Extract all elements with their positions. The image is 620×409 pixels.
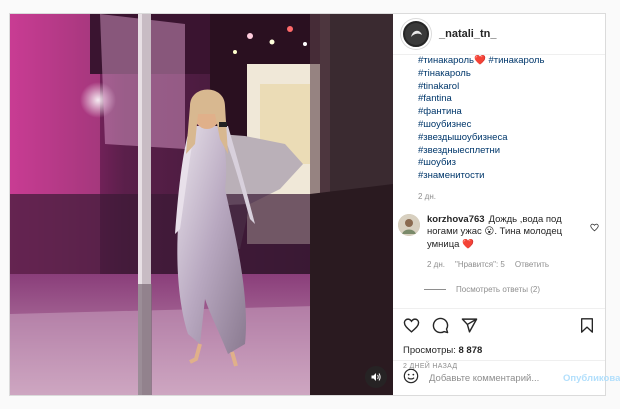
post-sidebar: _natali_tn_ #тинакароль❤️ #тинакароль #т… <box>393 14 620 395</box>
comment-likes[interactable]: "Нравится": 5 <box>455 259 505 272</box>
hashtag-link[interactable]: #знаменитости <box>418 170 605 183</box>
comment-time[interactable]: 2 дн. <box>427 259 445 272</box>
comment-item: korzhova763 Дождь ,вода под ногами ужас 😮… <box>398 213 605 272</box>
save-button[interactable] <box>579 317 595 339</box>
hashtag-link[interactable]: #тинакароль❤️ #тинакароль <box>418 55 605 68</box>
comments-section: #тинакароль❤️ #тинакароль #тінакароль #t… <box>393 55 605 308</box>
author-avatar[interactable] <box>401 19 431 49</box>
reply-button[interactable]: Ответить <box>515 259 549 272</box>
post-video[interactable] <box>10 14 393 395</box>
caption-time[interactable]: 2 дн. <box>418 192 605 201</box>
share-icon <box>461 318 478 333</box>
hashtag-link[interactable]: #шоубиз <box>418 157 605 170</box>
bookmark-icon <box>581 318 593 333</box>
hashtag-link[interactable]: #фантина <box>418 106 605 119</box>
commenter-avatar[interactable] <box>398 213 420 236</box>
view-replies-label: Посмотреть ответы (2) <box>456 284 541 294</box>
hashtag-link[interactable]: #fantina <box>418 93 605 106</box>
mute-toggle-button[interactable] <box>365 366 387 388</box>
comment-body: korzhova763 Дождь ,вода под ногами ужас 😮… <box>427 214 587 272</box>
add-comment-form: Опубликовать <box>393 360 620 395</box>
like-button[interactable] <box>403 317 420 339</box>
speaker-icon <box>371 373 381 381</box>
video-frame <box>10 14 393 395</box>
hashtag-link[interactable]: #тінакароль <box>418 68 605 81</box>
hashtag-link[interactable]: #звездныесплетни <box>418 145 605 158</box>
avatar-image <box>398 213 420 236</box>
post-header: _natali_tn_ <box>393 14 605 55</box>
comment-meta: 2 дн. "Нравится": 5 Ответить <box>427 259 587 272</box>
replies-divider <box>424 288 446 290</box>
publish-button[interactable]: Опубликовать <box>563 373 620 384</box>
caption-hashtags: #тинакароль❤️ #тинакароль #тінакароль #t… <box>418 55 605 183</box>
views-value: 8 878 <box>458 345 483 356</box>
emoji-button[interactable] <box>403 368 419 389</box>
hashtag-link[interactable]: #шоубизнес <box>418 119 605 132</box>
share-button[interactable] <box>461 317 478 339</box>
views-count[interactable]: Просмотры: 8 878 <box>403 345 595 356</box>
author-username[interactable]: _natali_tn_ <box>439 28 496 40</box>
comment-icon <box>432 317 449 334</box>
comment-like-button[interactable] <box>590 219 599 237</box>
heart-icon <box>590 223 599 232</box>
action-bar <box>403 317 595 339</box>
emoji-icon <box>403 368 419 383</box>
comment-input[interactable] <box>427 371 563 385</box>
views-label: Просмотры: <box>403 345 456 356</box>
view-replies-button[interactable]: Посмотреть ответы (2) <box>424 285 605 294</box>
heart-icon <box>403 318 420 333</box>
instagram-post: _natali_tn_ #тинакароль❤️ #тинакароль #т… <box>9 13 620 396</box>
comment-button[interactable] <box>432 317 449 339</box>
commenter-username[interactable]: korzhova763 <box>427 214 485 225</box>
avatar-image <box>405 23 427 45</box>
hashtag-link[interactable]: #tinakarol <box>418 81 605 94</box>
hashtag-link[interactable]: #звездышоубизнеса <box>418 132 605 145</box>
